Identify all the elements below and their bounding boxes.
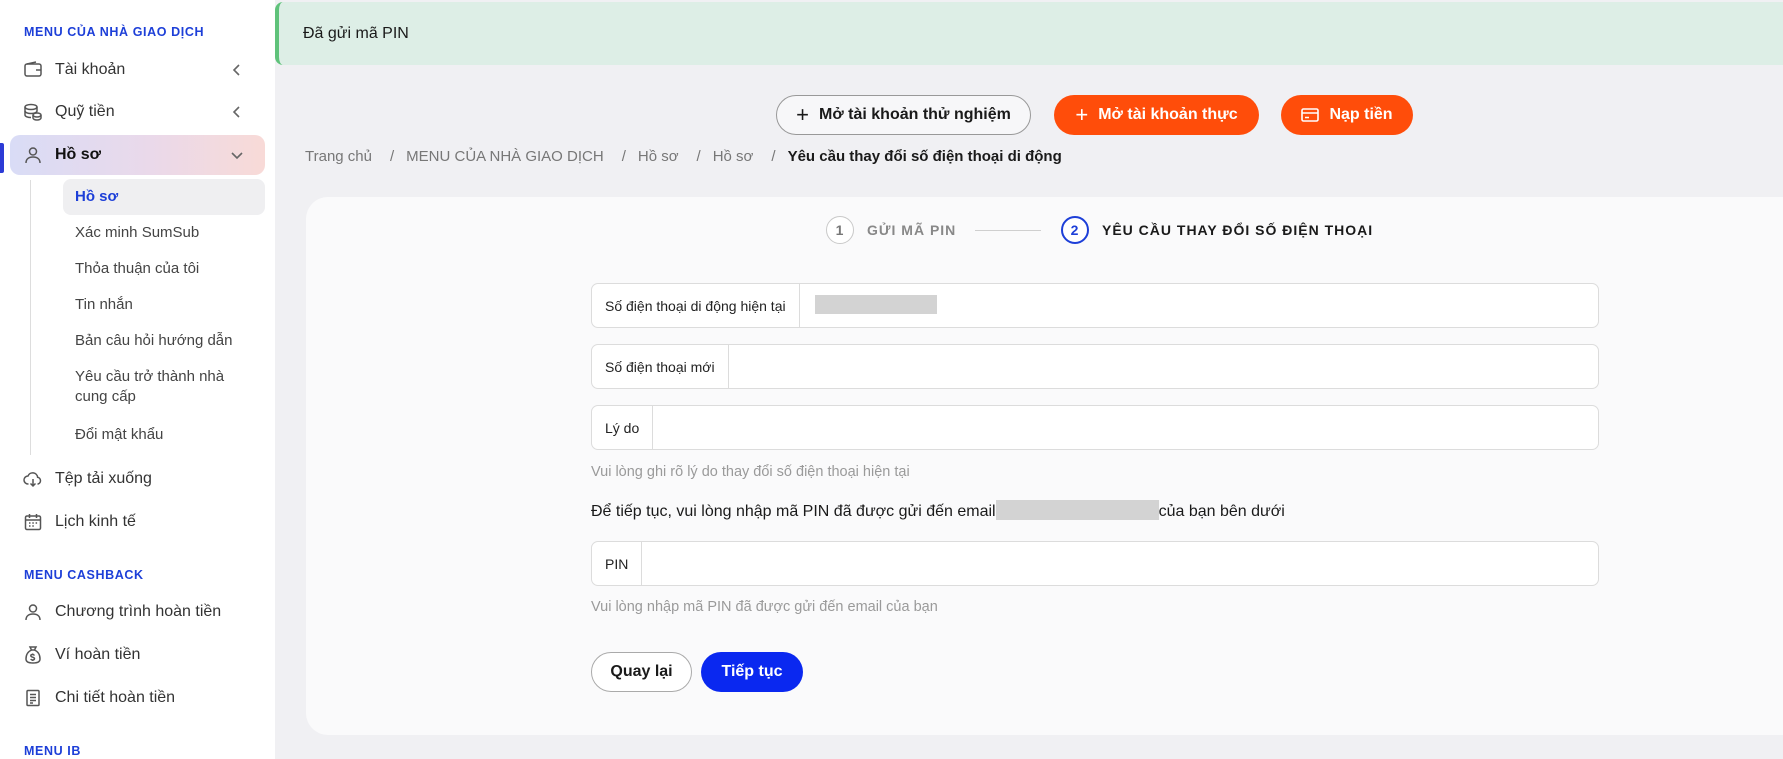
sidebar-subitem-profile[interactable]: Hồ sơ [63,179,265,215]
card-icon [1301,108,1320,122]
sidebar-subitem-agreements[interactable]: Thỏa thuận của tôi [75,259,255,279]
sidebar-item-label: Quỹ tiền [55,103,115,120]
breadcrumb-profile[interactable]: Hồ sơ [713,148,754,165]
chevron-left-icon [229,104,245,120]
sidebar: MENU CỦA NHÀ GIAO DỊCH Tài khoản Quỹ tiề… [0,0,275,759]
deposit-button[interactable]: Nạp tiền [1281,95,1413,135]
reason-label: Lý do [592,406,654,449]
sidebar-item-profile[interactable]: Hồ sơ [10,135,265,175]
sidebar-item-funds[interactable]: Quỹ tiền [10,92,265,132]
sidebar-item-label: Lịch kinh tế [55,513,136,530]
step-connector [975,230,1041,231]
sidebar-item-label: Chi tiết hoàn tiền [55,689,176,706]
button-label: Mở tài khoản thử nghiệm [819,106,1011,123]
pin-label: PIN [592,542,643,585]
chevron-down-icon [229,147,245,163]
pin-field: PIN [591,541,1599,586]
trader-menu-title: MENU CỦA NHÀ GIAO DỊCH [24,25,205,39]
breadcrumb-separator: / [771,148,776,165]
breadcrumb-separator: / [621,148,626,165]
open-demo-account-button[interactable]: + Mở tài khoản thử nghiệm [776,95,1031,135]
coins-icon [23,102,43,122]
sidebar-item-account[interactable]: Tài khoản [10,50,265,90]
pin-instruction: Để tiếp tục, vui lòng nhập mã PIN đã đượ… [591,500,1285,521]
sidebar-item-downloads[interactable]: Tệp tải xuống [10,459,265,499]
sidebar-subitem-questionnaire[interactable]: Bản câu hỏi hướng dẫn [75,331,255,351]
ib-menu-title: MENU IB [24,744,81,758]
sidebar-item-label: Tài khoản [55,61,126,78]
current-phone-field: Số điện thoại di động hiện tại [591,283,1599,328]
user-icon [23,602,43,622]
back-button[interactable]: Quay lại [591,652,692,692]
document-icon [23,688,43,708]
step-number: 1 [826,216,854,244]
pin-hint: Vui lòng nhập mã PIN đã được gửi đến ema… [591,599,938,615]
reason-input[interactable] [653,406,1598,449]
wallet-icon [23,60,43,80]
sidebar-item-cashback-details[interactable]: Chi tiết hoàn tiền [10,678,265,718]
masked-phone-value [815,295,937,314]
sidebar-item-label: Hồ sơ [55,146,102,163]
reason-field: Lý do [591,405,1599,450]
plus-icon: + [1075,102,1089,127]
alert-text: Đã gửi mã PIN [303,24,409,42]
sidebar-item-cashback-wallet[interactable]: Ví hoàn tiền [10,635,265,675]
cashback-menu-title: MENU CASHBACK [24,568,144,582]
instruction-text-end: của bạn bên dưới [1158,503,1285,520]
breadcrumb-trader-menu[interactable]: MENU CỦA NHÀ GIAO DỊCH [406,148,604,165]
breadcrumb-home[interactable]: Trang chủ [305,148,372,165]
open-real-account-button[interactable]: + Mở tài khoản thực [1054,95,1259,135]
new-phone-field: Số điện thoại mới [591,344,1599,389]
breadcrumb: Trang chủ / MENU CỦA NHÀ GIAO DỊCH / Hồ … [305,148,1062,165]
pin-sent-alert: Đã gửi mã PIN [275,2,1783,65]
new-phone-label: Số điện thoại mới [592,345,729,388]
sidebar-item-label: Tệp tải xuống [55,470,152,487]
masked-email [995,500,1159,520]
instruction-text: Để tiếp tục, vui lòng nhập mã PIN đã đượ… [591,503,996,520]
cloud-download-icon [23,469,43,489]
chevron-left-icon [229,62,245,78]
step-label: YÊU CẦU THAY ĐỔI SỐ ĐIỆN THOẠI [1102,222,1374,238]
step-label: GỬI MÃ PIN [867,222,957,238]
sidebar-subitem-change-password[interactable]: Đổi mật khẩu [75,425,255,445]
step-number: 2 [1061,216,1089,244]
submenu-line [30,180,31,455]
sidebar-subitem-sumsub[interactable]: Xác minh SumSub [75,223,255,243]
reason-hint: Vui lòng ghi rõ lý do thay đổi số điện t… [591,464,910,480]
active-marker [0,143,4,173]
current-phone-label: Số điện thoại di động hiện tại [592,284,800,327]
sidebar-item-cashback-program[interactable]: Chương trình hoàn tiền [10,592,265,632]
money-bag-icon [23,645,43,665]
sidebar-subitem-become-provider[interactable]: Yêu cầu trở thành nhà cung cấp [75,367,255,407]
user-icon [23,145,43,165]
breadcrumb-separator: / [389,148,395,165]
pin-input[interactable] [642,542,1598,585]
form-card [306,197,1783,735]
sidebar-item-label: Chương trình hoàn tiền [55,603,222,620]
calendar-icon [23,512,43,532]
button-label: Mở tài khoản thực [1098,106,1238,123]
plus-icon: + [796,102,809,127]
continue-button[interactable]: Tiếp tục [701,652,803,692]
breadcrumb-profile[interactable]: Hồ sơ [638,148,679,165]
breadcrumb-separator: / [696,148,701,165]
breadcrumb-current: Yêu cầu thay đổi số điện thoại di động [787,148,1062,165]
button-label: Nạp tiền [1329,106,1393,123]
sidebar-subitem-messages[interactable]: Tin nhắn [75,295,255,315]
new-phone-input[interactable] [728,345,1598,388]
sidebar-item-calendar[interactable]: Lịch kinh tế [10,502,265,542]
sidebar-item-label: Ví hoàn tiền [55,646,141,663]
step-send-pin: 1 GỬI MÃ PIN [826,216,956,244]
step-change-phone: 2 YÊU CẦU THAY ĐỔI SỐ ĐIỆN THOẠI [1061,216,1373,244]
